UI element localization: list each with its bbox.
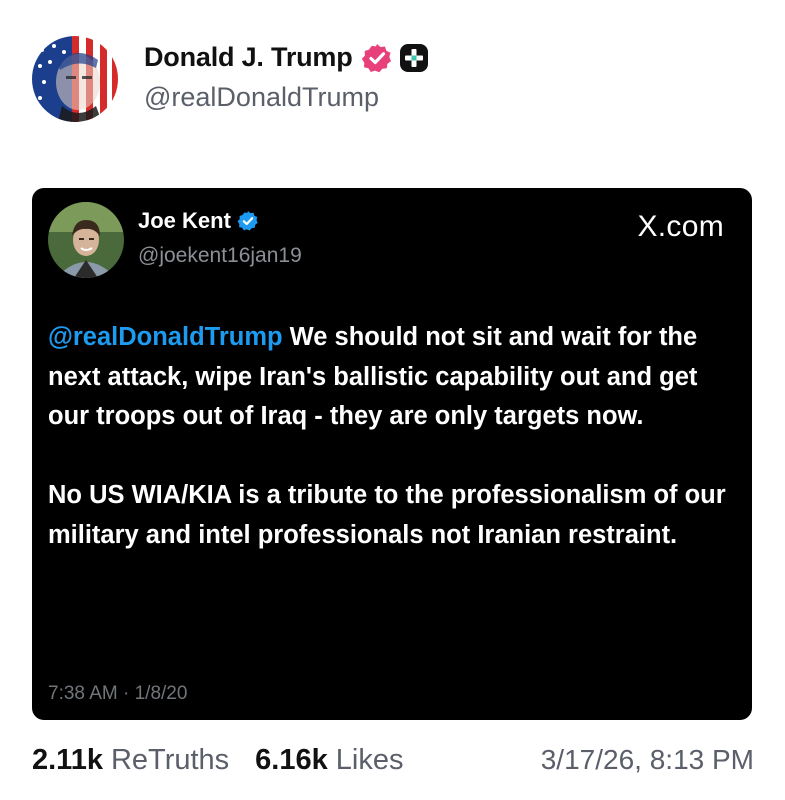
- embed-verified-icon: [237, 210, 259, 232]
- embed-display-name: Joe Kent: [138, 208, 231, 233]
- embed-handle: @joekent16jan19: [138, 244, 302, 267]
- likes-label: Likes: [335, 744, 404, 776]
- embed-author-avatar: [48, 202, 124, 278]
- embed-mention-link: @realDonaldTrump: [48, 323, 283, 351]
- post-date[interactable]: 3/17/26, 8:13 PM: [541, 744, 754, 776]
- embed-paragraph-2: No US WIA/KIA is a tribute to the profes…: [48, 481, 733, 549]
- flag-portrait-avatar-icon: [32, 36, 118, 122]
- likes-stat[interactable]: 6.16k Likes: [255, 744, 403, 777]
- post-stats-row: 2.11k ReTruths 6.16k Likes 3/17/26, 8:13 P…: [32, 744, 754, 777]
- retruths-label: ReTruths: [110, 744, 230, 776]
- author-name-row: Donald J. Trump: [144, 42, 429, 74]
- author-avatar[interactable]: [32, 36, 118, 122]
- author-handle[interactable]: @realDonaldTrump: [144, 82, 429, 113]
- embed-name-row: Joe Kent: [138, 208, 259, 234]
- embed-timestamp: 7:38 AM · 1/8/20: [48, 683, 188, 704]
- author-block: Donald J. Trump @realDonaldTrump: [144, 42, 429, 113]
- embedded-post-card[interactable]: Joe Kent @joekent16jan19 X.com @realDona…: [32, 188, 752, 720]
- author-display-name[interactable]: Donald J. Trump: [144, 42, 353, 73]
- retruths-stat[interactable]: 2.11k ReTruths: [32, 744, 229, 777]
- embed-source-label: X.com: [637, 210, 724, 243]
- embed-post-text: @realDonaldTrump We should not sit and w…: [48, 318, 738, 555]
- retruths-count: 2.11k: [32, 744, 103, 776]
- likes-count: 6.16k: [255, 744, 328, 776]
- portrait-avatar-icon: [48, 202, 124, 278]
- post-header: Donald J. Trump @realDonaldTrump: [32, 36, 429, 122]
- verified-badge-icon: [361, 42, 393, 74]
- plus-badge-icon: [399, 43, 429, 73]
